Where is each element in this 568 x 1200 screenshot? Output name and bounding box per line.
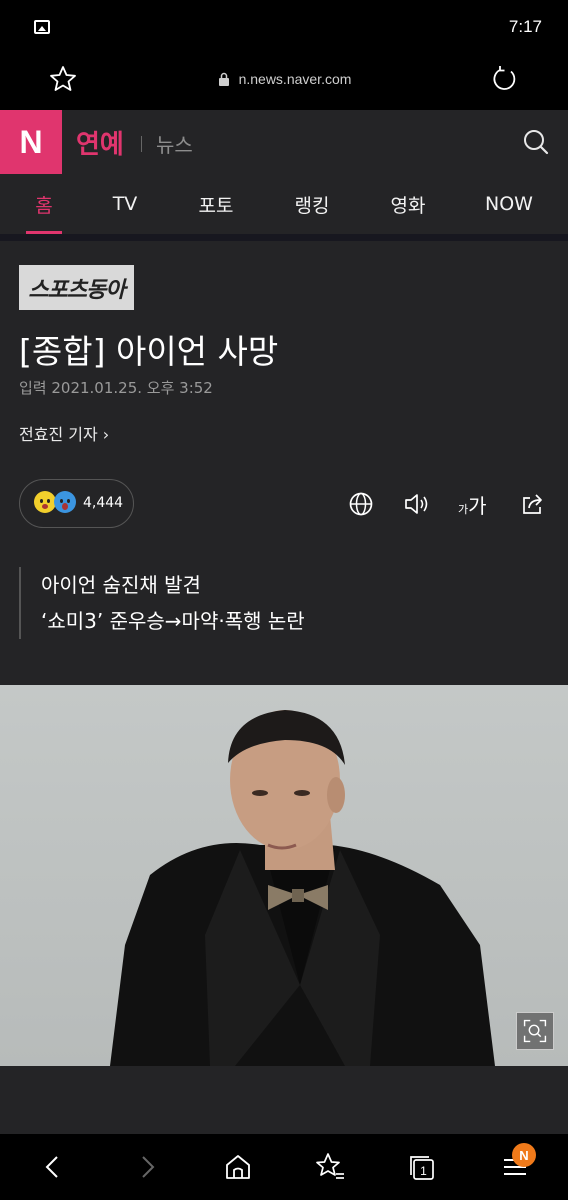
tab-photo[interactable]: 포토 <box>190 174 242 234</box>
press-logo[interactable]: 스포츠동아 <box>19 265 134 310</box>
happy-emoji-icon <box>34 491 56 513</box>
article-summary: 아이언 숨진채 발견 ‘쇼미3’ 준우승→마약·폭행 논란 <box>19 567 305 639</box>
article-headline: [종합] 아이언 사망 <box>19 332 279 371</box>
tabs-icon[interactable]: 1 <box>405 1150 439 1184</box>
url-text: n.news.naver.com <box>238 71 352 87</box>
font-size-button[interactable]: 가가 <box>458 490 487 519</box>
forward-icon[interactable] <box>130 1150 164 1184</box>
header-divider <box>0 234 568 241</box>
reaction-count: 4,444 <box>83 495 124 511</box>
category-tabs: 홈 TV 포토 랭킹 영화 NOW <box>0 174 568 234</box>
tab-count: 1 <box>420 1164 427 1178</box>
reaction-button[interactable]: 4,444 <box>19 479 134 528</box>
article-photo <box>0 685 568 1066</box>
status-bar: 7:17 <box>0 0 568 54</box>
reload-icon[interactable] <box>490 64 520 94</box>
section-subtitle[interactable]: 뉴스 <box>156 129 193 158</box>
speaker-icon[interactable] <box>403 491 429 517</box>
person-photo-illustration <box>110 710 495 1066</box>
reporter-link[interactable]: 전효진 기자 › <box>19 421 109 445</box>
url-field[interactable]: n.news.naver.com <box>0 71 568 87</box>
tab-movie[interactable]: 영화 <box>382 174 434 234</box>
browser-url-bar: n.news.naver.com <box>0 54 568 110</box>
back-icon[interactable] <box>36 1150 70 1184</box>
site-header: N 연예 뉴스 <box>0 110 568 174</box>
gallery-notification-icon <box>34 20 50 34</box>
font-size-small-label: 가 <box>458 503 469 516</box>
summary-line: 아이언 숨진채 발견 <box>41 573 201 597</box>
article-date: 입력 2021.01.25. 오후 3:52 <box>19 379 213 397</box>
shocked-emoji-icon <box>54 491 76 513</box>
share-icon[interactable] <box>520 491 546 517</box>
notification-badge: N <box>512 1143 536 1167</box>
article-body-area <box>0 1066 568 1134</box>
bookmarks-icon[interactable] <box>313 1150 347 1184</box>
browser-bottom-nav: 1 <box>0 1134 568 1200</box>
tab-home[interactable]: 홈 <box>26 174 62 234</box>
tab-ranking[interactable]: 랭킹 <box>286 174 338 234</box>
tab-tv[interactable]: TV <box>104 174 146 234</box>
summary-line: ‘쇼미3’ 준우승→마약·폭행 논란 <box>41 609 305 633</box>
translate-globe-icon[interactable] <box>348 491 374 517</box>
title-divider <box>141 136 142 152</box>
image-zoom-icon[interactable] <box>516 1012 554 1050</box>
article-header: 스포츠동아 [종합] 아이언 사망 입력 2021.01.25. 오후 3:52… <box>0 241 568 685</box>
search-icon[interactable] <box>520 126 552 158</box>
font-size-large-label: 가 <box>468 494 487 518</box>
status-time: 7:17 <box>508 17 542 36</box>
section-title[interactable]: 연예 <box>76 124 124 161</box>
tab-now[interactable]: NOW <box>476 174 542 234</box>
lock-icon <box>218 72 229 86</box>
home-icon[interactable] <box>221 1150 255 1184</box>
naver-logo[interactable]: N <box>0 110 62 174</box>
